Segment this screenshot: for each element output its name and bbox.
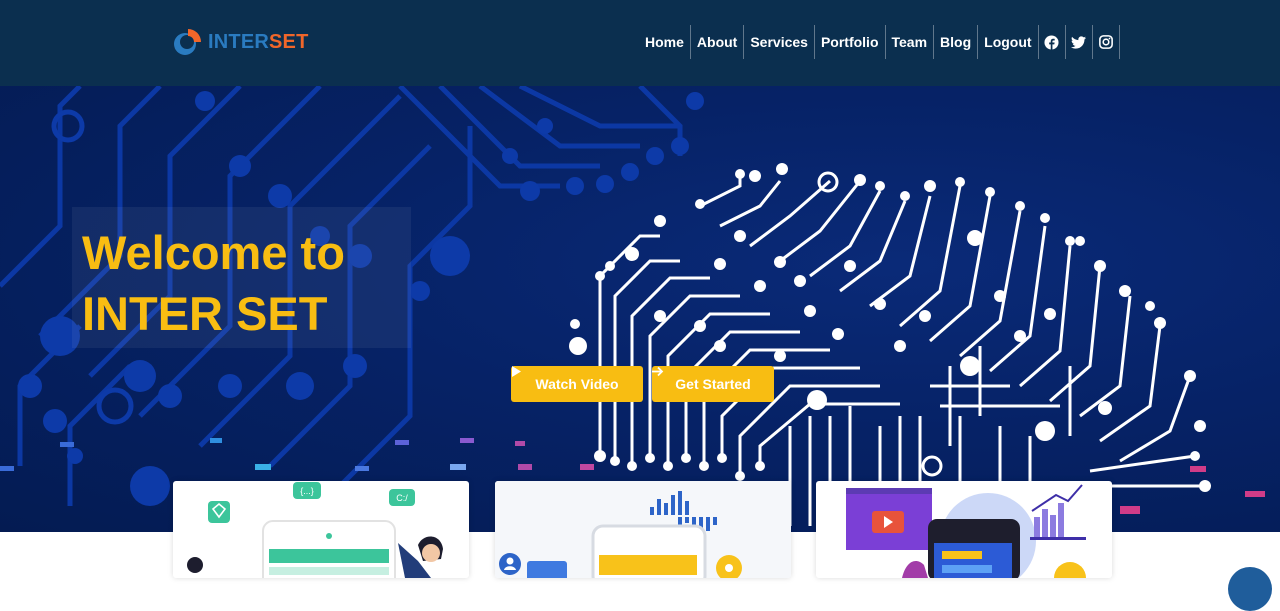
- play-icon: [512, 366, 521, 377]
- logo-text: INTERSET: [208, 31, 309, 54]
- nav-services[interactable]: Services: [744, 25, 815, 59]
- site-logo[interactable]: INTERSET: [172, 26, 309, 58]
- instagram-icon: [1098, 35, 1113, 49]
- logo-text-part1: INTER: [208, 30, 269, 53]
- main-nav: Home About Services Portfolio Team Blog …: [639, 25, 1120, 59]
- watch-video-button[interactable]: Watch Video: [511, 366, 643, 402]
- navbar: INTERSET Home About Services Portfolio T…: [0, 0, 1280, 86]
- arrow-right-icon: [652, 366, 664, 377]
- get-started-button[interactable]: Get Started: [652, 366, 774, 402]
- watch-video-label: Watch Video: [535, 376, 619, 392]
- card-tag-1: {...}: [300, 486, 314, 496]
- card-tag-2: C:/: [396, 493, 408, 503]
- feature-card-analytics[interactable]: [495, 481, 791, 578]
- twitter-link[interactable]: [1066, 25, 1093, 59]
- nav-blog[interactable]: Blog: [934, 25, 979, 59]
- get-started-label: Get Started: [675, 376, 751, 392]
- feature-card-video[interactable]: [816, 481, 1112, 578]
- facebook-link[interactable]: [1039, 25, 1066, 59]
- facebook-icon: [1044, 34, 1059, 50]
- nav-team[interactable]: Team: [886, 25, 935, 59]
- hero-title: Welcome to INTER SET: [82, 222, 412, 344]
- nav-home[interactable]: Home: [639, 25, 691, 59]
- instagram-link[interactable]: [1093, 25, 1120, 59]
- hero-title-line1: Welcome to: [82, 226, 345, 279]
- hero-section: Welcome to INTER SET Watch Video Get Sta…: [0, 86, 1280, 532]
- video-marketing-illustration: [846, 484, 1086, 578]
- brain-circuit-nodes: [569, 163, 1211, 531]
- logo-mark-icon: [174, 29, 201, 55]
- feature-card-mobile[interactable]: {...} C:/: [173, 481, 469, 578]
- twitter-icon: [1071, 35, 1087, 49]
- analytics-illustration: [495, 481, 791, 578]
- logo-text-part2: SET: [269, 30, 309, 53]
- nav-portfolio[interactable]: Portfolio: [815, 25, 886, 59]
- mobile-app-illustration: {...} C:/: [187, 482, 443, 578]
- nav-about[interactable]: About: [691, 25, 745, 59]
- scroll-top-button[interactable]: [1228, 567, 1272, 611]
- nav-logout[interactable]: Logout: [978, 25, 1039, 59]
- hero-title-line2: INTER SET: [82, 287, 328, 340]
